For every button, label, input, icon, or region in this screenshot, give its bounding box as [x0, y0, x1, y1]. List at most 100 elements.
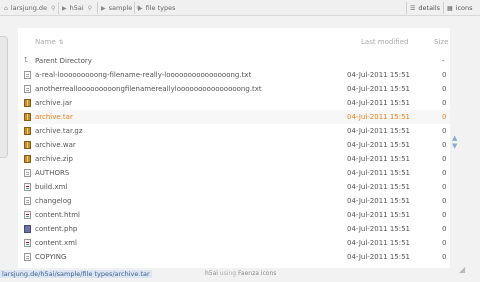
- file-date: 04-Jul-2011 15:51: [347, 127, 411, 135]
- list-item-selected[interactable]: archive.tar 04-Jul-2011 15:51 0: [18, 110, 450, 124]
- archive-icon: [24, 99, 31, 107]
- file-name: anotherreallooooooooongfilenamereallyloo…: [35, 85, 262, 93]
- file-name: archive.war: [35, 141, 76, 149]
- file-name: build.xml: [35, 183, 68, 191]
- list-header: Name ⇅ Last modified Size: [18, 36, 450, 50]
- resize-grip-icon[interactable]: ◢: [459, 265, 465, 274]
- list-item-parent[interactable]: ⮤ Parent Directory -: [18, 54, 450, 68]
- search-icon: ⚲: [51, 4, 56, 12]
- file-list: Name ⇅ Last modified Size ⮤ Parent Direct…: [18, 28, 450, 268]
- list-item[interactable]: content.html 04-Jul-2011 15:51 0: [18, 208, 450, 222]
- archive-icon: [24, 113, 31, 121]
- search-icon: ⚲: [87, 4, 93, 12]
- list-item[interactable]: content.php 04-Jul-2011 15:51 0: [18, 222, 450, 236]
- icons-view-button[interactable]: ▦ icons: [447, 2, 473, 14]
- file-name: a-real-looooooooong-filename-really-looo…: [35, 71, 252, 79]
- name-column-header[interactable]: Name ⇅: [35, 38, 64, 46]
- file-size: 0: [442, 239, 447, 247]
- list-item[interactable]: archive.tar.gz 04-Jul-2011 15:51 0: [18, 124, 450, 138]
- file-date: 04-Jul-2011 15:51: [347, 99, 411, 107]
- file-size: 0: [442, 253, 447, 261]
- file-name: AUTHORS: [35, 169, 70, 177]
- list-item[interactable]: COPYING 04-Jul-2011 15:51 0: [18, 250, 450, 264]
- file-size: 0: [442, 99, 447, 107]
- modified-column-header[interactable]: Last modified: [361, 38, 408, 46]
- file-name: archive.tar: [35, 113, 73, 121]
- archive-icon: [24, 141, 31, 149]
- file-name: archive.tar.gz: [35, 127, 83, 135]
- footer-icons-link[interactable]: Faenza icons: [238, 270, 276, 277]
- file-size: 0: [442, 225, 447, 233]
- breadcrumb-file-types[interactable]: ▶ file types: [138, 2, 176, 14]
- file-name: COPYING: [35, 253, 67, 261]
- text-file-icon: [24, 169, 31, 177]
- xml-file-icon: [24, 239, 31, 247]
- grid-view-icon: ▦: [447, 4, 453, 12]
- text-file-icon: [24, 253, 31, 261]
- scroll-indicator[interactable]: ▲ ▼: [452, 134, 460, 152]
- divider: [134, 2, 135, 14]
- list-item[interactable]: archive.jar 04-Jul-2011 15:51 0: [18, 96, 450, 110]
- text-file-icon: [24, 85, 31, 93]
- file-name: content.html: [35, 211, 80, 219]
- status-url: larsjung.de/h5ai/sample/file types/archi…: [0, 270, 152, 278]
- list-item[interactable]: archive.war 04-Jul-2011 15:51 0: [18, 138, 450, 152]
- list-item[interactable]: content.xml 04-Jul-2011 15:51 0: [18, 236, 450, 250]
- scroll-up-icon[interactable]: ▲: [452, 134, 460, 142]
- file-size: 0: [442, 169, 447, 177]
- archive-icon: [24, 155, 31, 163]
- file-size: 0: [442, 85, 447, 93]
- php-file-icon: [24, 225, 31, 233]
- breadcrumb-label: sample: [108, 4, 133, 12]
- list-item[interactable]: a-real-looooooooong-filename-really-looo…: [18, 68, 450, 82]
- file-name: archive.zip: [35, 155, 73, 163]
- file-date: 04-Jul-2011 15:51: [347, 169, 411, 177]
- details-view-button[interactable]: ☰ details: [410, 2, 440, 14]
- parent-up-icon: ⮤: [24, 56, 29, 64]
- breadcrumb-home[interactable]: ⌂ larsjung.de ⚲: [4, 2, 55, 14]
- file-date: 04-Jul-2011 15:51: [347, 71, 411, 79]
- side-panel-tab[interactable]: [0, 36, 8, 158]
- breadcrumb-label: larsjung.de: [10, 4, 48, 12]
- details-label: details: [418, 4, 441, 12]
- scroll-down-icon[interactable]: ▼: [452, 142, 460, 150]
- file-date: 04-Jul-2011 15:51: [347, 141, 411, 149]
- list-item[interactable]: archive.zip 04-Jul-2011 15:51 0: [18, 152, 450, 166]
- footer-credit: h5ai using Faenza icons: [205, 270, 276, 277]
- html-file-icon: [24, 211, 31, 219]
- archive-icon: [24, 127, 31, 135]
- file-size: -: [442, 57, 445, 65]
- file-size: 0: [442, 155, 447, 163]
- status-bar: larsjung.de/h5ai/sample/file types/archi…: [0, 268, 480, 282]
- xml-file-icon: [24, 183, 31, 191]
- list-item[interactable]: anotherreallooooooooongfilenamereallyloo…: [18, 82, 450, 96]
- arrow-right-icon: ▶: [101, 4, 106, 12]
- list-item[interactable]: build.xml 04-Jul-2011 15:51 0: [18, 180, 450, 194]
- footer-app-link[interactable]: h5ai: [205, 270, 218, 277]
- divider: [97, 2, 98, 14]
- file-name: content.xml: [35, 239, 77, 247]
- file-name: Parent Directory: [35, 57, 92, 65]
- file-date: 04-Jul-2011 15:51: [347, 197, 411, 205]
- file-name: content.php: [35, 225, 78, 233]
- breadcrumb-label: h5ai: [69, 4, 84, 12]
- file-date: 04-Jul-2011 15:51: [347, 85, 411, 93]
- arrow-right-icon: ▶: [62, 4, 67, 12]
- text-file-icon: [24, 197, 31, 205]
- file-date: 04-Jul-2011 15:51: [347, 183, 411, 191]
- breadcrumb-h5ai[interactable]: ▶ h5ai ⚲: [62, 2, 92, 14]
- file-name: changelog: [35, 197, 72, 205]
- size-column-header[interactable]: Size: [434, 38, 448, 46]
- home-icon: ⌂: [4, 4, 8, 12]
- footer-using: using: [219, 270, 237, 277]
- divider: [58, 2, 59, 14]
- divider: [406, 2, 407, 14]
- list-item[interactable]: changelog 04-Jul-2011 15:51 0: [18, 194, 450, 208]
- file-size: 0: [442, 211, 447, 219]
- file-date: 04-Jul-2011 15:51: [347, 113, 411, 121]
- top-bar: ⌂ larsjung.de ⚲ ▶ h5ai ⚲ ▶ sample ⚲ ▶ fi…: [0, 0, 480, 16]
- file-date: 04-Jul-2011 15:51: [347, 239, 411, 247]
- file-size: 0: [442, 127, 447, 135]
- list-item[interactable]: AUTHORS 04-Jul-2011 15:51 0: [18, 166, 450, 180]
- file-size: 0: [442, 71, 447, 79]
